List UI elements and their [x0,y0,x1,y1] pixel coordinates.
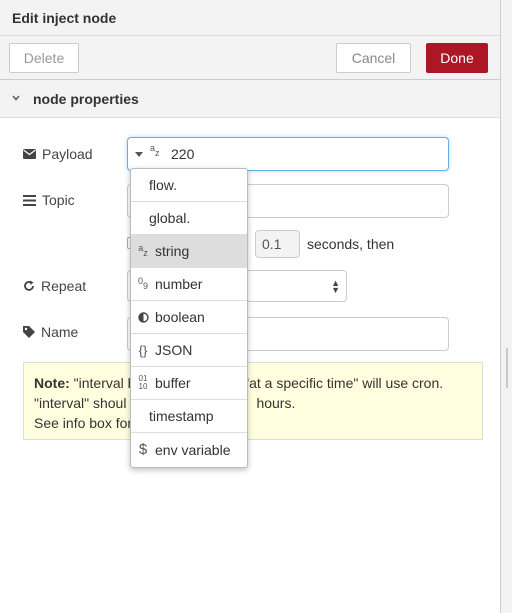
boolean-toggle-icon [131,311,155,323]
note-line2: "interval" shoul [34,395,127,411]
type-option-boolean[interactable]: boolean [131,301,247,334]
number-type-icon: 09 [137,276,149,291]
payload-value: 220 [171,146,195,162]
type-dropdown-menu: flow. global. az string 09 number boolea… [130,168,248,468]
type-dropdown-caret-icon[interactable] [135,152,143,157]
cancel-button[interactable]: Cancel [336,43,411,73]
payload-input[interactable]: az 220 [127,137,449,171]
type-option-global[interactable]: global. [131,202,247,235]
note-line1b: d "at a specific time" will use cron. [232,375,444,391]
type-option-label: global. [149,210,191,226]
chevron-down-icon [12,95,20,101]
type-option-label: env variable [155,441,231,458]
name-label-text: Name [41,324,79,340]
delete-button[interactable]: Delete [9,43,79,73]
resize-grip[interactable] [506,348,508,388]
type-option-label: boolean [155,309,205,325]
once-delay-input[interactable]: 0.1 [255,230,300,258]
type-option-label: JSON [155,342,193,358]
info-note: Note: "interval b d "at a specific time" … [23,362,483,440]
panel-resize-edge[interactable] [500,0,512,613]
type-option-label: buffer [155,375,191,391]
json-braces-icon: {} [138,342,148,358]
string-type-icon: az [138,243,148,258]
list-icon [23,194,36,206]
repeat-icon [24,280,34,291]
type-option-timestamp[interactable]: timestamp [131,400,247,433]
note-line1: "interval b [73,375,136,391]
type-option-flow[interactable]: flow. [131,169,247,202]
type-option-label: timestamp [149,408,214,424]
repeat-label-text: Repeat [41,278,87,294]
type-option-label: flow. [149,177,178,193]
type-option-env-variable[interactable]: $ env variable [131,433,247,466]
name-label: Name [23,324,78,340]
done-button[interactable]: Done [426,43,488,73]
tray-toolbar: Delete Cancel Done [0,36,500,80]
topic-label-text: Topic [42,192,75,208]
type-option-label: string [155,243,190,259]
section-title: node properties [33,91,139,107]
type-option-buffer[interactable]: 01 10 buffer [131,367,247,400]
once-delay-suffix: seconds, then [307,236,395,252]
note-line3: See info box for [34,415,133,431]
type-option-string[interactable]: az string [131,235,247,268]
note-prefix: Note: [34,375,70,391]
select-arrows-icon: ▲ ▼ [331,278,340,295]
type-option-number[interactable]: 09 number [131,268,247,301]
note-line2b: hours. [256,395,296,411]
node-properties-section-header[interactable]: node properties [0,80,500,118]
payload-label-text: Payload [42,146,93,162]
repeat-label: Repeat [23,278,86,294]
buffer-binary-icon: 01 10 [138,374,148,391]
type-option-json[interactable]: {} JSON [131,334,247,367]
type-option-label: number [155,276,203,292]
dollar-icon: $ [138,441,148,458]
tag-icon [23,326,35,338]
string-type-icon: az [150,143,160,158]
payload-label: Payload [23,146,93,162]
topic-label: Topic [23,192,75,208]
envelope-icon [23,149,36,159]
tray-title: Edit inject node [12,10,117,26]
tray-header: Edit inject node [0,0,500,36]
